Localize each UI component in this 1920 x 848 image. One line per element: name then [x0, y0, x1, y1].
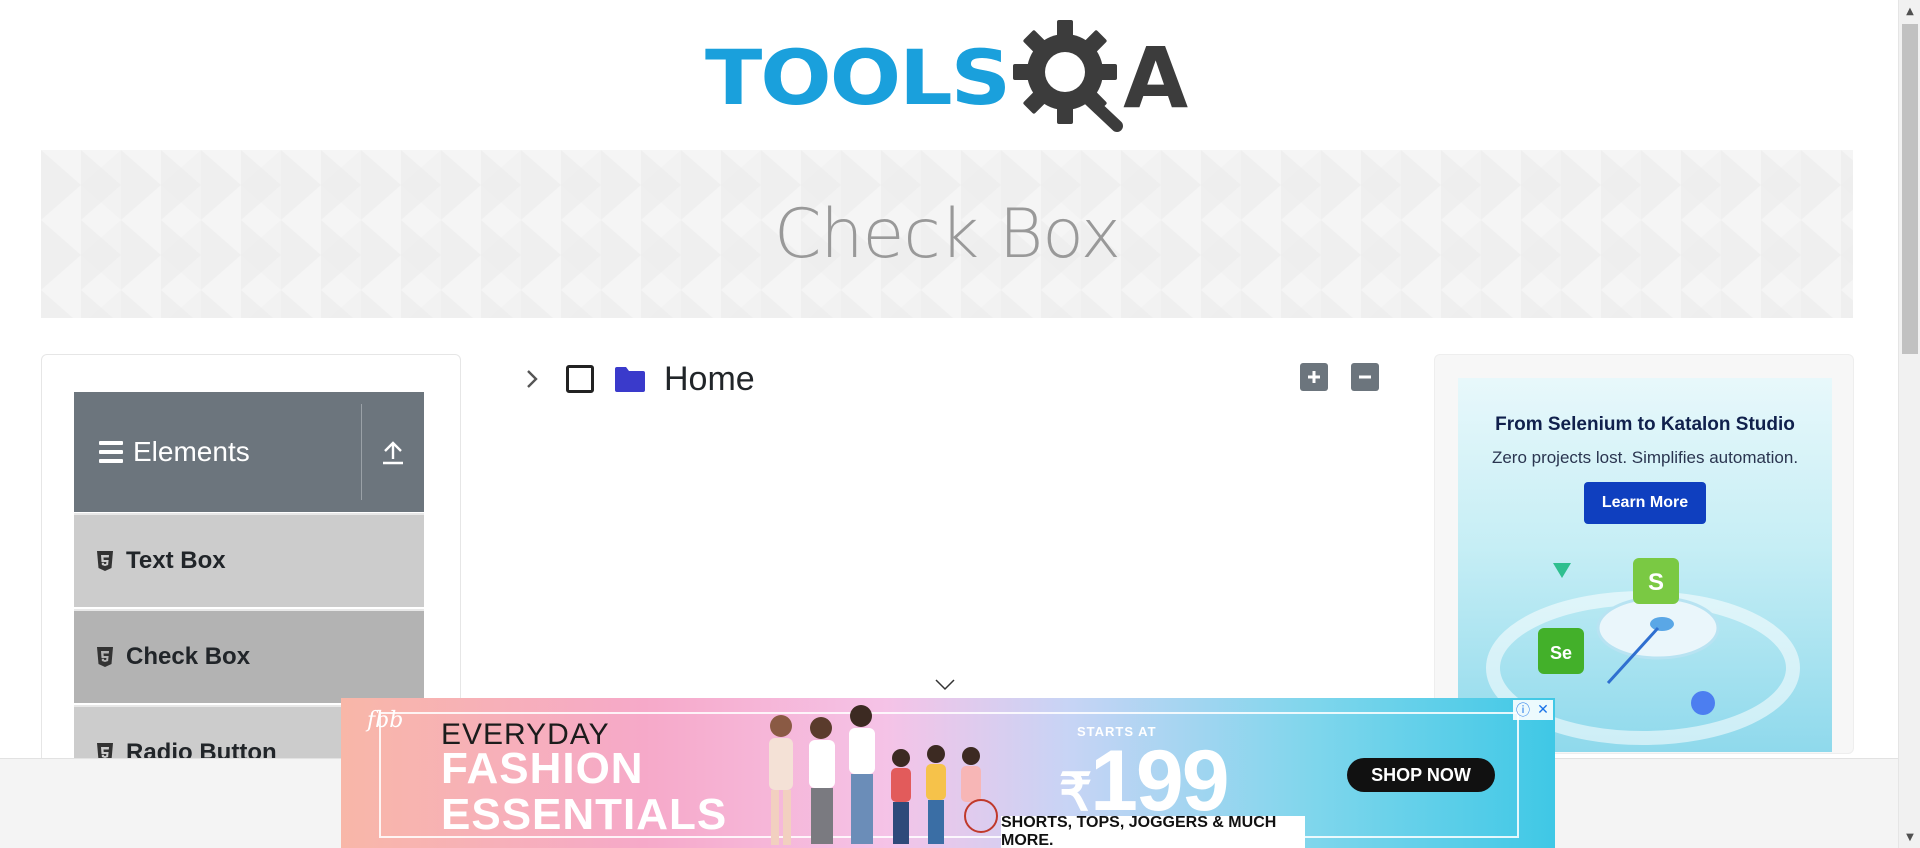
chevron-down-icon[interactable] — [935, 678, 955, 696]
collapse-all-button[interactable] — [1351, 363, 1379, 391]
ad-line-3: ESSENTIALS — [441, 790, 728, 839]
plus-icon — [1308, 371, 1320, 383]
home-checkbox[interactable] — [566, 365, 594, 393]
ad-title: From Selenium to Katalon Studio — [1495, 414, 1795, 435]
katalon-ad-card[interactable]: From Selenium to Katalon Studio Zero pro… — [1458, 378, 1832, 752]
scroll-up-icon[interactable]: ▲ — [1899, 0, 1920, 22]
html5-icon — [97, 551, 113, 571]
minus-icon — [1359, 375, 1371, 379]
ad-info-icon[interactable]: ⓘ — [1513, 700, 1533, 720]
ad-close-icon[interactable]: ✕ — [1533, 700, 1553, 720]
shop-now-button[interactable]: SHOP NOW — [1347, 758, 1495, 792]
ad-brand: fbb — [367, 708, 404, 733]
tree-node-label[interactable]: Home — [664, 360, 755, 399]
chevron-right-icon[interactable] — [518, 365, 546, 393]
page: TOOLS A Check Box Elements Text Box Chec… — [0, 0, 1920, 848]
ad-line-2: FASHION — [441, 744, 644, 793]
svg-text:Se: Se — [1550, 643, 1572, 663]
expand-all-button[interactable] — [1300, 363, 1328, 391]
ad-models-image — [769, 705, 998, 845]
vertical-scrollbar[interactable]: ▲ ▼ — [1898, 0, 1920, 848]
elements-group-header[interactable]: Elements — [74, 392, 424, 512]
ad-headline: FASHION ESSENTIALS — [441, 746, 727, 838]
page-title: Check Box — [773, 194, 1121, 274]
group-title: Elements — [133, 436, 250, 467]
ad-controls: ⓘ ✕ — [1513, 700, 1555, 720]
svg-text:S: S — [1648, 569, 1664, 596]
sidebar-item-label: Check Box — [126, 643, 251, 670]
right-advertisement[interactable]: From Selenium to Katalon Studio Zero pro… — [1434, 354, 1854, 754]
site-logo[interactable]: TOOLS A — [705, 20, 1195, 134]
page-banner: Check Box — [41, 150, 1853, 318]
learn-more-button[interactable]: Learn More — [1584, 482, 1706, 524]
tree-node-home: Home — [518, 356, 755, 402]
logo-text: TOOLS — [705, 33, 1011, 123]
sidebar-item-label: Text Box — [126, 547, 226, 574]
html5-icon — [97, 647, 113, 667]
scroll-thumb[interactable] — [1902, 24, 1918, 354]
ad-tagline: SHORTS, TOPS, JOGGERS & MUCH MORE. — [1001, 814, 1305, 848]
hamburger-icon — [99, 441, 123, 463]
bottom-advertisement[interactable]: fbb EVERYDAY FASHION ESSENTIALS STARTS A… — [341, 698, 1555, 848]
scroll-down-icon[interactable]: ▼ — [1899, 826, 1920, 848]
folder-icon — [615, 367, 645, 392]
sidebar-item-text-box[interactable]: Text Box — [74, 513, 424, 607]
gear-magnifier-icon — [1013, 18, 1133, 138]
upload-arrow-icon[interactable] — [362, 392, 424, 512]
ad-subtitle: Zero projects lost. Simplifies automatio… — [1491, 448, 1799, 467]
sidebar-item-check-box[interactable]: Check Box — [74, 609, 424, 703]
